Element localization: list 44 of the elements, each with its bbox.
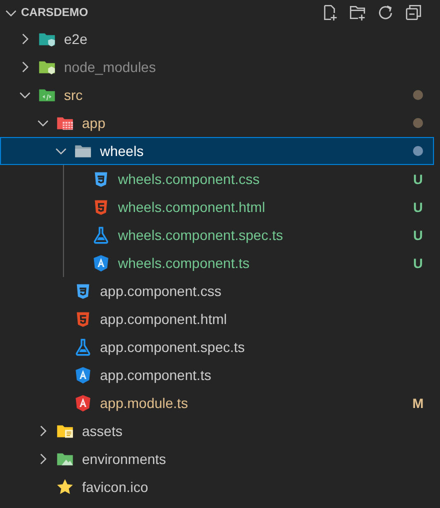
folder-name: e2e	[64, 31, 88, 47]
file-row[interactable]: wheels.component.css U	[0, 165, 434, 193]
file-row[interactable]: wheels.component.ts U	[0, 249, 434, 277]
new-folder-icon[interactable]	[349, 4, 366, 21]
folder-name: node_modules	[64, 59, 156, 75]
file-row[interactable]: wheels.component.spec.ts U	[0, 221, 434, 249]
file-row[interactable]: app.component.spec.ts	[0, 333, 434, 361]
git-status-letter: U	[413, 200, 423, 214]
folder-row[interactable]: app	[0, 109, 434, 137]
folder-name: app	[82, 115, 106, 131]
file-row[interactable]: favicon.ico	[0, 473, 434, 501]
folder-name: environments	[82, 451, 166, 467]
file-name: wheels.component.spec.ts	[118, 227, 283, 243]
folder-row[interactable]: wheels	[0, 137, 434, 165]
git-status-letter: U	[413, 228, 423, 242]
file-name: app.component.html	[100, 311, 227, 327]
file-row[interactable]: app.component.css	[0, 277, 434, 305]
folder-row[interactable]: e2e	[0, 25, 434, 53]
file-row[interactable]: app.module.ts M	[0, 389, 434, 417]
project-title[interactable]: CARSDEMO	[21, 6, 88, 18]
file-row[interactable]: app.component.ts	[0, 361, 434, 389]
folder-name: src	[64, 87, 83, 103]
folder-row[interactable]: node_modules	[0, 53, 434, 81]
file-name: wheels.component.ts	[118, 255, 250, 271]
folder-name: wheels	[100, 143, 144, 159]
file-name: app.component.css	[100, 283, 222, 299]
folder-name: assets	[82, 423, 122, 439]
git-status-letter: U	[413, 172, 423, 186]
refresh-icon[interactable]	[377, 4, 394, 21]
file-name: wheels.component.html	[118, 199, 266, 215]
file-name: wheels.component.css	[118, 171, 260, 187]
file-name: app.component.spec.ts	[100, 339, 245, 355]
file-row[interactable]: wheels.component.html U	[0, 193, 434, 221]
folder-row[interactable]: src	[0, 81, 434, 109]
file-name: app.component.ts	[100, 367, 212, 383]
folder-row[interactable]: environments	[0, 445, 434, 473]
collapse-all-icon[interactable]	[405, 4, 422, 21]
file-name: favicon.ico	[82, 479, 148, 495]
new-file-icon[interactable]	[321, 4, 338, 21]
git-status-letter: U	[413, 256, 423, 270]
git-status-letter: M	[412, 396, 424, 410]
file-name: app.module.ts	[100, 395, 188, 411]
folder-row[interactable]: assets	[0, 417, 434, 445]
file-row[interactable]: app.component.html	[0, 305, 434, 333]
